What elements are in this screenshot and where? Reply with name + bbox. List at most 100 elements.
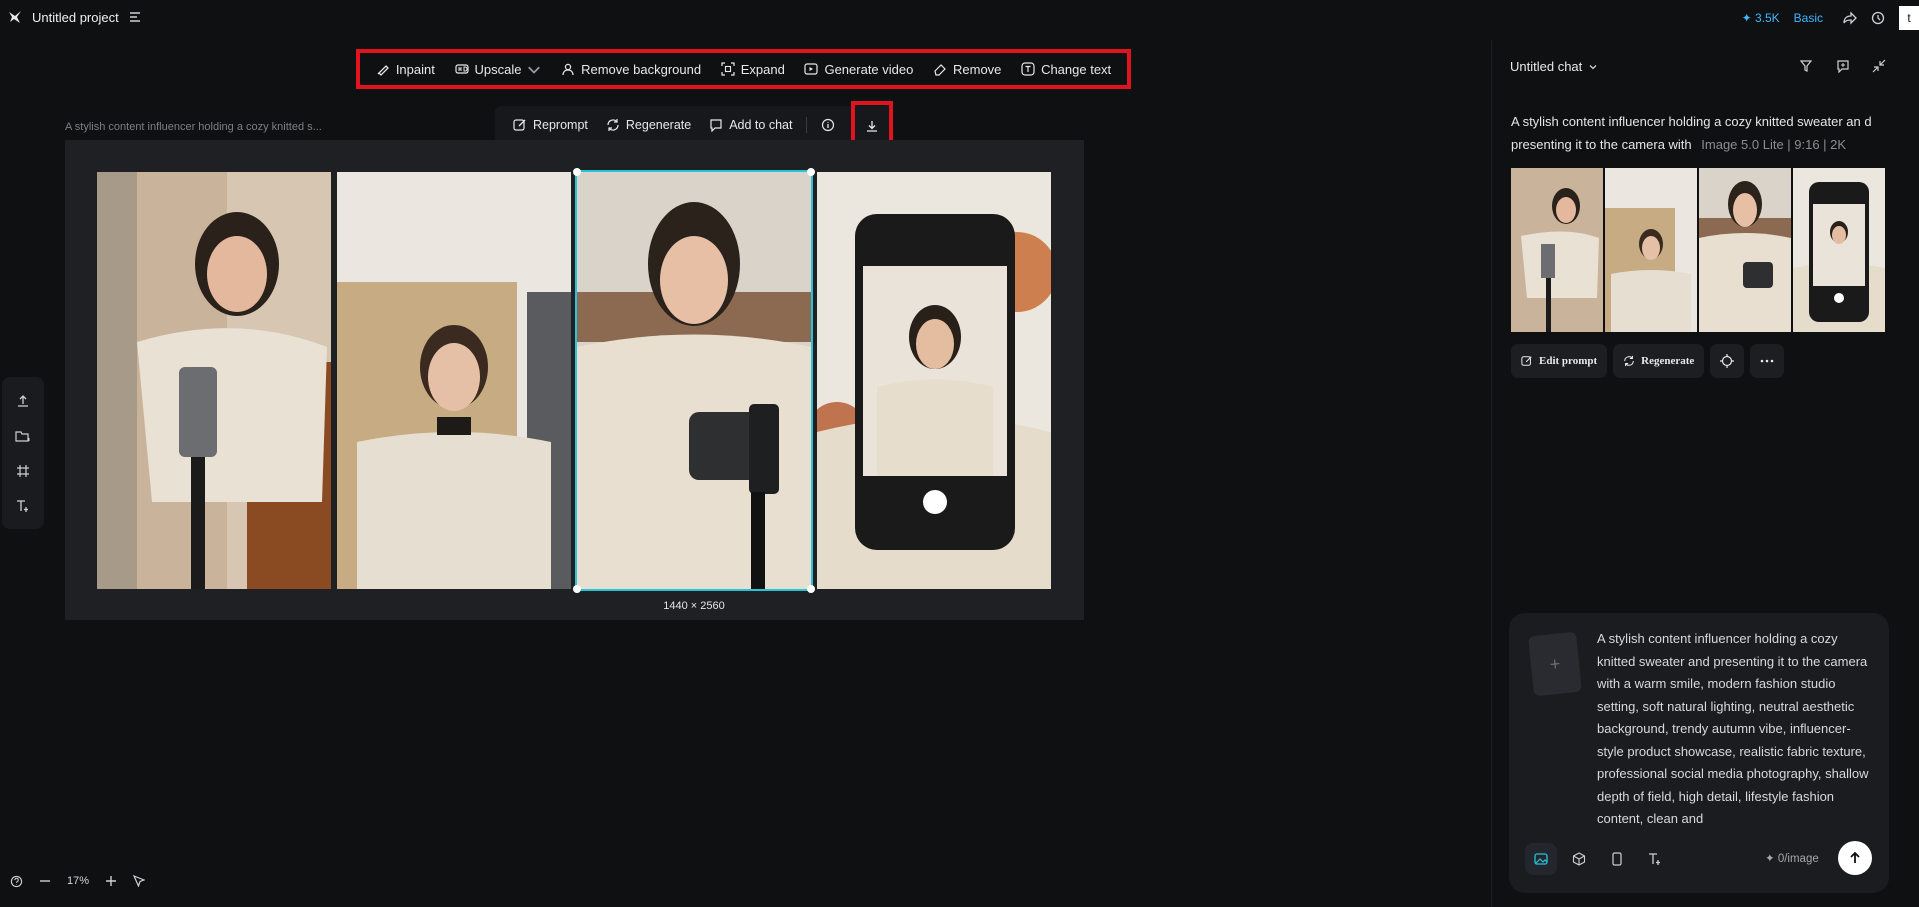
zoom-out-icon[interactable] [39,875,51,887]
edit-icon [1521,355,1533,367]
edit-icon [513,118,527,132]
download-icon [865,119,879,133]
chat-title: Untitled chat [1510,59,1583,74]
generate-video-label: Generate video [824,61,914,77]
credits-badge[interactable]: ✦ 3.5K [1742,11,1780,25]
edit-prompt-button[interactable]: Edit prompt [1511,344,1608,378]
edit-prompt-label: Edit prompt [1539,355,1598,367]
chat-title-dropdown[interactable]: Untitled chat [1510,59,1598,74]
topbar-left: Untitled project [8,6,141,28]
send-button[interactable] [1838,841,1872,875]
expand-label: Expand [740,61,785,77]
generated-image-3-selected[interactable] [575,170,813,591]
expand-button[interactable]: Expand [721,62,785,77]
text-settings-icon[interactable] [1639,843,1671,875]
change-text-label: Change text [1041,61,1112,77]
remove-label: Remove [953,61,1002,77]
more-icon [1760,359,1774,363]
aspect-ratio-icon[interactable] [1601,843,1633,875]
crop-frame-icon[interactable] [10,458,36,484]
hd-icon [454,62,469,76]
remove-button[interactable]: Remove [933,62,1001,77]
arrow-up-icon [1848,851,1862,865]
resize-handle-top-right[interactable] [807,168,815,176]
zoom-in-icon[interactable] [105,875,117,887]
add-to-chat-button[interactable]: Add to chat [709,118,792,132]
new-chat-icon[interactable] [1836,59,1850,73]
generated-image-1[interactable] [97,172,331,589]
eraser-icon [933,62,947,76]
help-icon[interactable] [10,875,23,888]
resize-handle-bottom-right[interactable] [807,585,815,593]
prompt-tools [1525,843,1671,875]
brush-icon [376,62,390,76]
resize-handle-bottom-left[interactable] [573,585,581,593]
zoom-controls: 17% [10,871,146,891]
more-options-button[interactable] [1750,344,1785,378]
prompt-input[interactable]: A stylish content influencer holding a c… [1597,628,1877,828]
regenerate-button[interactable]: Regenerate [606,118,691,132]
image-dimensions: 1440 × 2560 [663,600,725,612]
history-icon[interactable] [1871,11,1885,25]
result-thumbnail-4[interactable] [1793,168,1885,332]
edit-toolbar: Inpaint Upscale Remove background Expand… [356,49,1131,89]
topbar-right: ✦ 3.5K Basic t [1742,6,1919,30]
model-cube-icon[interactable] [1563,843,1595,875]
upscale-button[interactable]: Upscale [454,61,542,77]
text-icon [1021,62,1035,76]
add-folder-icon[interactable] [10,423,36,449]
result-thumbnail-1[interactable] [1511,168,1603,332]
add-reference-image[interactable]: + [1527,631,1583,697]
pointer-icon[interactable] [133,875,146,887]
project-title[interactable]: Untitled project [32,10,119,25]
upscale-label: Upscale [474,61,522,77]
reprompt-label: Reprompt [533,118,588,132]
chat-header-actions [1800,59,1886,73]
add-to-chat-label: Add to chat [729,118,793,132]
image-mode-icon[interactable] [1525,843,1557,875]
refresh-icon [1623,355,1635,367]
canvas-caption: A stylish content influencer holding a c… [65,121,322,133]
crosshair-icon [1720,354,1735,368]
reprompt-button[interactable]: Reprompt [513,118,588,132]
generated-image-2[interactable] [337,172,571,589]
left-tool-rail [2,377,44,529]
add-text-icon[interactable] [10,493,36,519]
menu-icon[interactable] [129,11,141,23]
zoom-level[interactable]: 17% [67,875,89,887]
remove-background-button[interactable]: Remove background [561,62,701,77]
resize-handle-top-left[interactable] [573,168,581,176]
clear-filter-icon[interactable] [1800,59,1814,73]
account-avatar[interactable]: t [1899,6,1919,30]
collapse-icon[interactable] [1872,59,1886,73]
video-icon [804,62,819,76]
result-thumbnail-2[interactable] [1605,168,1697,332]
logo-icon[interactable] [8,10,22,24]
generation-actions: Edit prompt Regenerate [1511,344,1785,378]
regenerate-label: Regenerate [625,118,692,132]
inpaint-label: Inpaint [395,61,435,77]
regenerate-chat-button[interactable]: Regenerate [1613,344,1705,378]
target-button[interactable] [1710,344,1745,378]
change-text-button[interactable]: Change text [1021,62,1111,77]
plan-badge[interactable]: Basic [1794,11,1823,25]
inpaint-button[interactable]: Inpaint [376,62,435,77]
share-icon[interactable] [1843,11,1857,25]
chevron-down-icon [1588,62,1598,72]
expand-icon [721,62,735,76]
generation-prompt: A stylish content influencer holding a c… [1511,110,1883,156]
generated-image-4[interactable] [817,172,1051,589]
divider [806,117,808,133]
regenerate-chat-label: Regenerate [1641,355,1695,367]
info-icon[interactable] [821,118,835,132]
upload-icon[interactable] [10,388,36,414]
image-action-bar: Reprompt Regenerate Add to chat [495,106,893,144]
plus-icon: + [1548,653,1562,674]
chevron-down-icon [527,62,541,76]
generation-meta: Image 5.0 Lite | 9:16 | 2K [1701,137,1847,152]
refresh-icon [606,118,620,132]
cost-indicator: ✦ 0/image [1765,853,1819,865]
result-thumbnail-3[interactable] [1699,168,1791,332]
generate-video-button[interactable]: Generate video [804,62,913,77]
person-icon [561,62,575,76]
